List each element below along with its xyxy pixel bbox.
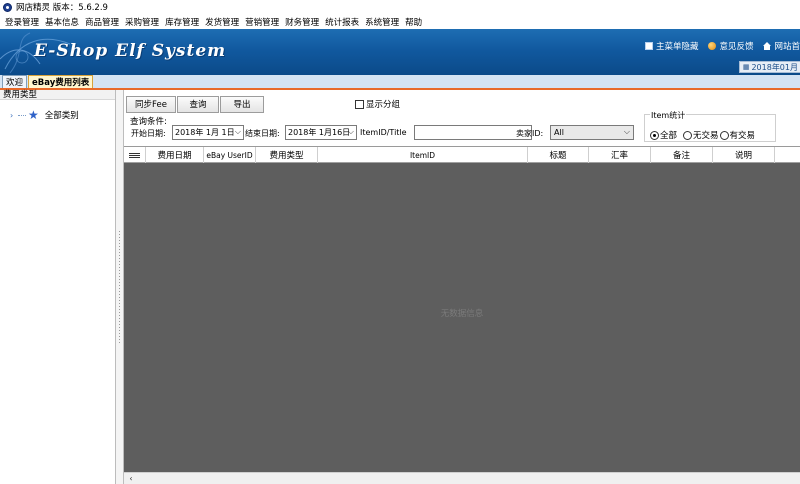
show-group-checkbox[interactable] bbox=[355, 99, 364, 109]
column-chooser-icon[interactable] bbox=[124, 147, 146, 163]
menu-marketing[interactable]: 营销管理 bbox=[242, 16, 282, 28]
column-filler bbox=[775, 147, 800, 163]
tab-strip: 欢迎 eBay费用列表 bbox=[0, 75, 800, 90]
feedback-label: 意见反馈 bbox=[719, 42, 754, 52]
app-logo: E-Shop Elf System bbox=[34, 41, 227, 61]
toolbar: 同步Fee 查询 导出 显示分组 bbox=[124, 95, 800, 113]
category-panel: 费用类型 › ★ 全部类别 bbox=[0, 90, 116, 484]
column-item-id[interactable]: ItemID bbox=[318, 147, 528, 163]
scroll-left-icon[interactable]: ‹ bbox=[125, 473, 137, 484]
menu-product[interactable]: 商品管理 bbox=[82, 16, 122, 28]
chevron-down-icon: ⌵ bbox=[234, 127, 241, 136]
tab-ebay-fee-list[interactable]: eBay费用列表 bbox=[28, 75, 94, 88]
home-label: 网站首 bbox=[774, 42, 800, 52]
star-icon: ★ bbox=[28, 108, 39, 122]
menu-inventory[interactable]: 库存管理 bbox=[162, 16, 202, 28]
empty-message: 无数据信息 bbox=[440, 309, 484, 319]
menu-icon bbox=[644, 42, 653, 50]
seller-id-value: All bbox=[554, 128, 564, 137]
query-conditions: 查询条件: 开始日期: 2018年 1月 1日 ⌵ 结束日期: 2018年 1月… bbox=[124, 110, 800, 146]
menu-help[interactable]: 帮助 bbox=[402, 16, 425, 28]
menu-system[interactable]: 系统管理 bbox=[362, 16, 402, 28]
start-date-picker[interactable]: 2018年 1月 1日 ⌵ bbox=[172, 125, 244, 140]
tree-node-label: 全部类别 bbox=[44, 111, 79, 121]
seller-id-label: 卖家ID: bbox=[516, 129, 544, 138]
sync-fee-button[interactable]: 同步Fee bbox=[126, 95, 176, 113]
column-title[interactable]: 标题 bbox=[528, 147, 589, 163]
tab-welcome[interactable]: 欢迎 bbox=[2, 75, 28, 88]
chevron-down-icon: ⌵ bbox=[623, 127, 630, 136]
feedback-icon bbox=[708, 42, 717, 50]
date-text: 2018年01月 bbox=[751, 62, 798, 72]
show-group-toggle[interactable]: 显示分组 bbox=[355, 98, 400, 110]
title-bar: 网店精灵 版本：5.6.2.9 bbox=[0, 0, 800, 14]
end-date-label: 结束日期: bbox=[245, 129, 280, 138]
query-section-label: 查询条件: bbox=[130, 117, 167, 127]
menu-shipping[interactable]: 发货管理 bbox=[202, 16, 242, 28]
menu-reports[interactable]: 统计报表 bbox=[322, 16, 362, 28]
column-fee-date[interactable]: 费用日期 bbox=[146, 147, 204, 163]
column-remark[interactable]: 备注 bbox=[651, 147, 713, 163]
start-date-label: 开始日期: bbox=[131, 129, 166, 138]
item-stats-legend: Item统计 bbox=[650, 110, 687, 121]
hide-main-menu-label: 主菜单隐藏 bbox=[655, 42, 699, 52]
item-id-label: ItemID/Title bbox=[360, 128, 407, 137]
end-date-value: 2018年 1月16日 bbox=[288, 128, 351, 137]
menu-login[interactable]: 登录管理 bbox=[2, 16, 42, 28]
start-date-value: 2018年 1月 1日 bbox=[175, 128, 235, 137]
item-stats-radios: 全部 无交易 有交易 bbox=[650, 129, 761, 141]
fee-grid: 费用日期 eBay UserID 费用类型 ItemID 标题 汇率 备注 说明… bbox=[124, 146, 800, 484]
calendar-icon: ▦ bbox=[742, 63, 750, 71]
chevron-down-icon: ⌵ bbox=[347, 127, 354, 136]
horizontal-scrollbar[interactable]: ‹ bbox=[124, 472, 800, 484]
hide-main-menu-link[interactable]: 主菜单隐藏 bbox=[644, 40, 699, 52]
radio-has-transaction[interactable] bbox=[719, 130, 729, 140]
tree-node-all-categories[interactable]: › ★ 全部类别 bbox=[10, 109, 79, 121]
home-icon bbox=[763, 42, 772, 50]
window-title: 网店精灵 版本：5.6.2.9 bbox=[16, 3, 108, 13]
menu-purchase[interactable]: 采购管理 bbox=[122, 16, 162, 28]
radio-all-label[interactable]: 全部 bbox=[660, 129, 677, 141]
menu-finance[interactable]: 财务管理 bbox=[282, 16, 322, 28]
radio-no-transaction[interactable] bbox=[683, 130, 693, 140]
banner-links: 主菜单隐藏 意见反馈 网站首 bbox=[644, 40, 800, 52]
radio-has-transaction-label[interactable]: 有交易 bbox=[730, 129, 756, 141]
panel-splitter[interactable] bbox=[116, 90, 124, 484]
radio-all[interactable] bbox=[650, 130, 659, 140]
tree-connector bbox=[18, 114, 26, 116]
column-exchange-rate[interactable]: 汇率 bbox=[589, 147, 651, 163]
home-link[interactable]: 网站首 bbox=[763, 40, 800, 52]
grid-header: 费用日期 eBay UserID 费用类型 ItemID 标题 汇率 备注 说明 bbox=[124, 147, 800, 163]
seller-id-select[interactable]: All ⌵ bbox=[550, 125, 634, 140]
column-fee-type[interactable]: 费用类型 bbox=[256, 147, 318, 163]
feedback-link[interactable]: 意见反馈 bbox=[708, 40, 753, 52]
chevron-right-icon[interactable]: › bbox=[10, 111, 16, 120]
query-button[interactable]: 查询 bbox=[177, 95, 219, 113]
banner: E-Shop Elf System 主菜单隐藏 意见反馈 网站首 ▦ 2018年… bbox=[0, 29, 800, 75]
end-date-picker[interactable]: 2018年 1月16日 ⌵ bbox=[285, 125, 357, 140]
menu-bar: 登录管理 基本信息 商品管理 采购管理 库存管理 发货管理 营销管理 财务管理 … bbox=[0, 14, 800, 29]
fee-list-panel: 同步Fee 查询 导出 显示分组 查询条件: 开始日期: 2018年 1月 1日… bbox=[124, 90, 800, 484]
column-ebay-userid[interactable]: eBay UserID bbox=[204, 147, 256, 163]
app-icon bbox=[3, 2, 12, 12]
menu-basic-info[interactable]: 基本信息 bbox=[42, 16, 82, 28]
export-button[interactable]: 导出 bbox=[220, 95, 264, 113]
column-description[interactable]: 说明 bbox=[713, 147, 775, 163]
radio-no-transaction-label[interactable]: 无交易 bbox=[693, 129, 719, 141]
panel-header: 费用类型 bbox=[0, 90, 115, 100]
date-display: ▦ 2018年01月 bbox=[738, 61, 800, 73]
splitter-grip[interactable] bbox=[118, 230, 121, 345]
show-group-label: 显示分组 bbox=[366, 100, 401, 110]
item-id-input[interactable] bbox=[414, 125, 532, 140]
